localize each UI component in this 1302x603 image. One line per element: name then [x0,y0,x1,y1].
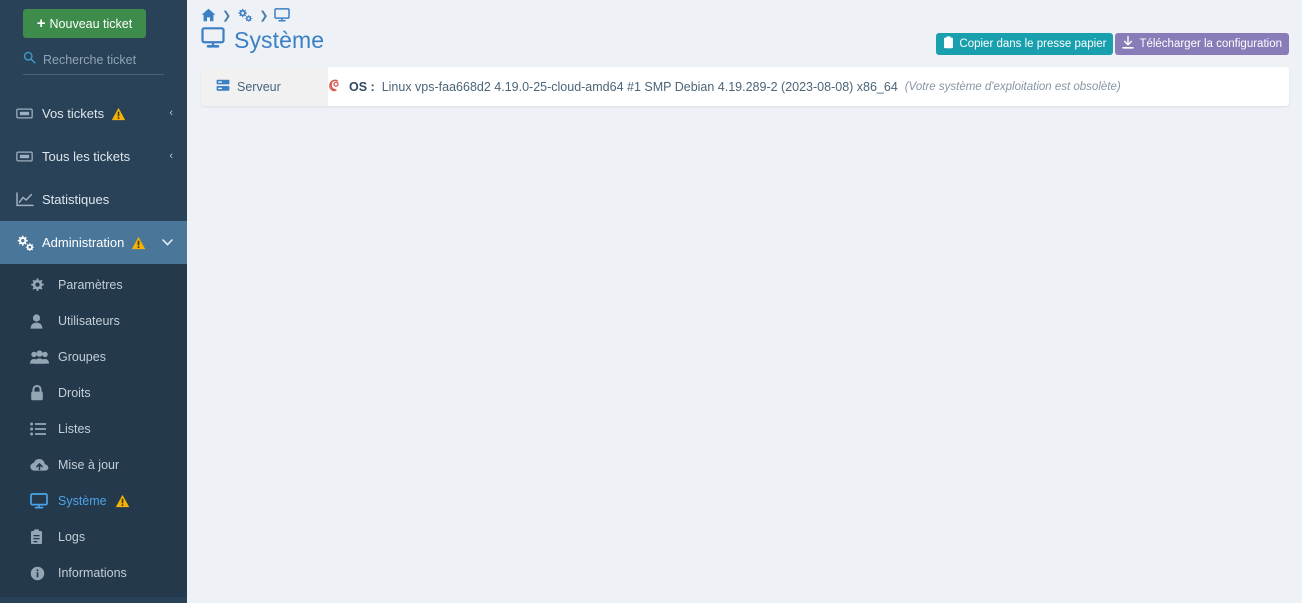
download-button-label: Télécharger la configuration [1139,38,1282,50]
download-icon [1122,35,1135,52]
lock-icon [30,385,52,401]
sidebar-item-parametres[interactable]: Paramètres [0,267,187,303]
warning-triangle-icon [115,494,130,508]
sidebar-item-informations[interactable]: Informations [0,555,187,591]
sidebar-item-droits[interactable]: Droits [0,375,187,411]
sidebar-item-label: Administration [42,235,125,250]
sidebar-subitem-label: Informations [58,566,127,580]
breadcrumb-separator: ❯ [259,9,269,22]
desktop-icon [201,27,225,54]
sidebar-nav: Vos tickets ‹ Tous les tickets ‹ Statist… [0,92,187,603]
breadcrumb-separator: ❯ [222,9,232,22]
server-icon [216,79,230,95]
new-ticket-label: Nouveau ticket [49,16,133,31]
chart-line-icon [16,192,37,207]
sidebar-item-administration[interactable]: Administration [0,221,187,264]
chevron-down-icon[interactable] [162,239,173,246]
card-body: OS : Linux vps-faa668d2 4.19.0-25-cloud-… [328,67,1289,106]
sidebar-item-groupes[interactable]: Groupes [0,339,187,375]
page-header: Système Copier dans le presse papier Tél… [187,24,1302,61]
users-icon [30,350,52,364]
sidebar-item-vos-tickets[interactable]: Vos tickets ‹ [0,92,187,135]
sidebar-item-mise-a-jour[interactable]: Mise à jour [0,447,187,483]
list-icon [30,422,52,436]
cogs-icon [16,235,37,251]
desktop-icon [30,493,52,509]
breadcrumb: ❯ ❯ [187,0,1302,24]
sidebar-subitem-label: Utilisateurs [58,314,120,328]
cogs-icon[interactable] [237,8,253,22]
sidebar: + Nouveau ticket Vos tic [0,0,187,603]
gear-icon [30,277,52,293]
sidebar-item-label: Tous les tickets [42,149,131,164]
sidebar-footer [0,597,187,603]
search-input[interactable] [43,52,153,67]
card-tab-list: Serveur [201,67,328,106]
tab-label: Serveur [237,79,281,94]
plus-icon: + [36,15,46,32]
search-field[interactable] [23,51,164,75]
sidebar-item-systeme[interactable]: Système [0,483,187,519]
app-root: + Nouveau ticket Vos tic [0,0,1302,603]
sidebar-subitem-label: Logs [58,530,86,544]
user-icon [30,313,52,329]
page-title: Système [201,27,324,54]
sidebar-item-listes[interactable]: Listes [0,411,187,447]
desktop-icon[interactable] [274,8,291,22]
clipboard-icon [943,36,954,52]
sidebar-item-utilisateurs[interactable]: Utilisateurs [0,303,187,339]
os-info-row: OS : Linux vps-faa668d2 4.19.0-25-cloud-… [328,78,1121,96]
copy-button-label: Copier dans le presse papier [959,38,1107,50]
administration-submenu: Paramètres Utilisateurs Groupes Droits L… [0,264,187,597]
warning-triangle-icon [131,236,146,250]
tab-serveur[interactable]: Serveur [201,67,328,106]
ticket-icon [16,107,37,120]
clipboard-icon [30,529,52,545]
sidebar-item-statistiques[interactable]: Statistiques [0,178,187,221]
home-icon[interactable] [201,8,216,22]
sidebar-item-label: Statistiques [42,192,110,207]
info-circle-icon [30,566,52,581]
sidebar-subitem-label: Listes [58,422,91,436]
sidebar-subitem-label: Mise à jour [58,458,120,472]
ticket-icon [16,150,37,163]
search-icon [23,51,36,69]
warning-triangle-icon [111,107,126,121]
os-value: Linux vps-faa668d2 4.19.0-25-cloud-amd64… [381,79,898,94]
cloud-up-icon [30,458,52,472]
sidebar-item-tous-les-tickets[interactable]: Tous les tickets ‹ [0,135,187,178]
sidebar-item-logs[interactable]: Logs [0,519,187,555]
sidebar-subitem-label: Paramètres [58,278,123,292]
sidebar-subitem-label: Système [58,494,107,508]
sidebar-item-label: Vos tickets [42,106,105,121]
os-obsolete-note: (Votre système d'exploitation est obsolè… [904,80,1121,93]
new-ticket-button[interactable]: + Nouveau ticket [23,9,146,38]
system-info-card: Serveur OS : Linux vps-faa668d2 4.19.0-2… [201,67,1289,106]
download-config-button[interactable]: Télécharger la configuration [1115,33,1289,55]
debian-icon [328,78,342,96]
chevron-left-icon[interactable]: ‹ [169,108,173,119]
sidebar-subitem-label: Droits [58,386,91,400]
main-content: ❯ ❯ Système Copier dans le presse papier… [187,0,1302,603]
sidebar-subitem-label: Groupes [58,350,106,364]
page-title-text: Système [234,27,325,53]
copy-to-clipboard-button[interactable]: Copier dans le presse papier [936,33,1114,55]
os-label: OS : [349,79,375,94]
chevron-left-icon[interactable]: ‹ [169,151,173,162]
header-actions: Copier dans le presse papier Télécharger… [936,27,1289,55]
new-ticket-area: + Nouveau ticket [0,0,187,38]
